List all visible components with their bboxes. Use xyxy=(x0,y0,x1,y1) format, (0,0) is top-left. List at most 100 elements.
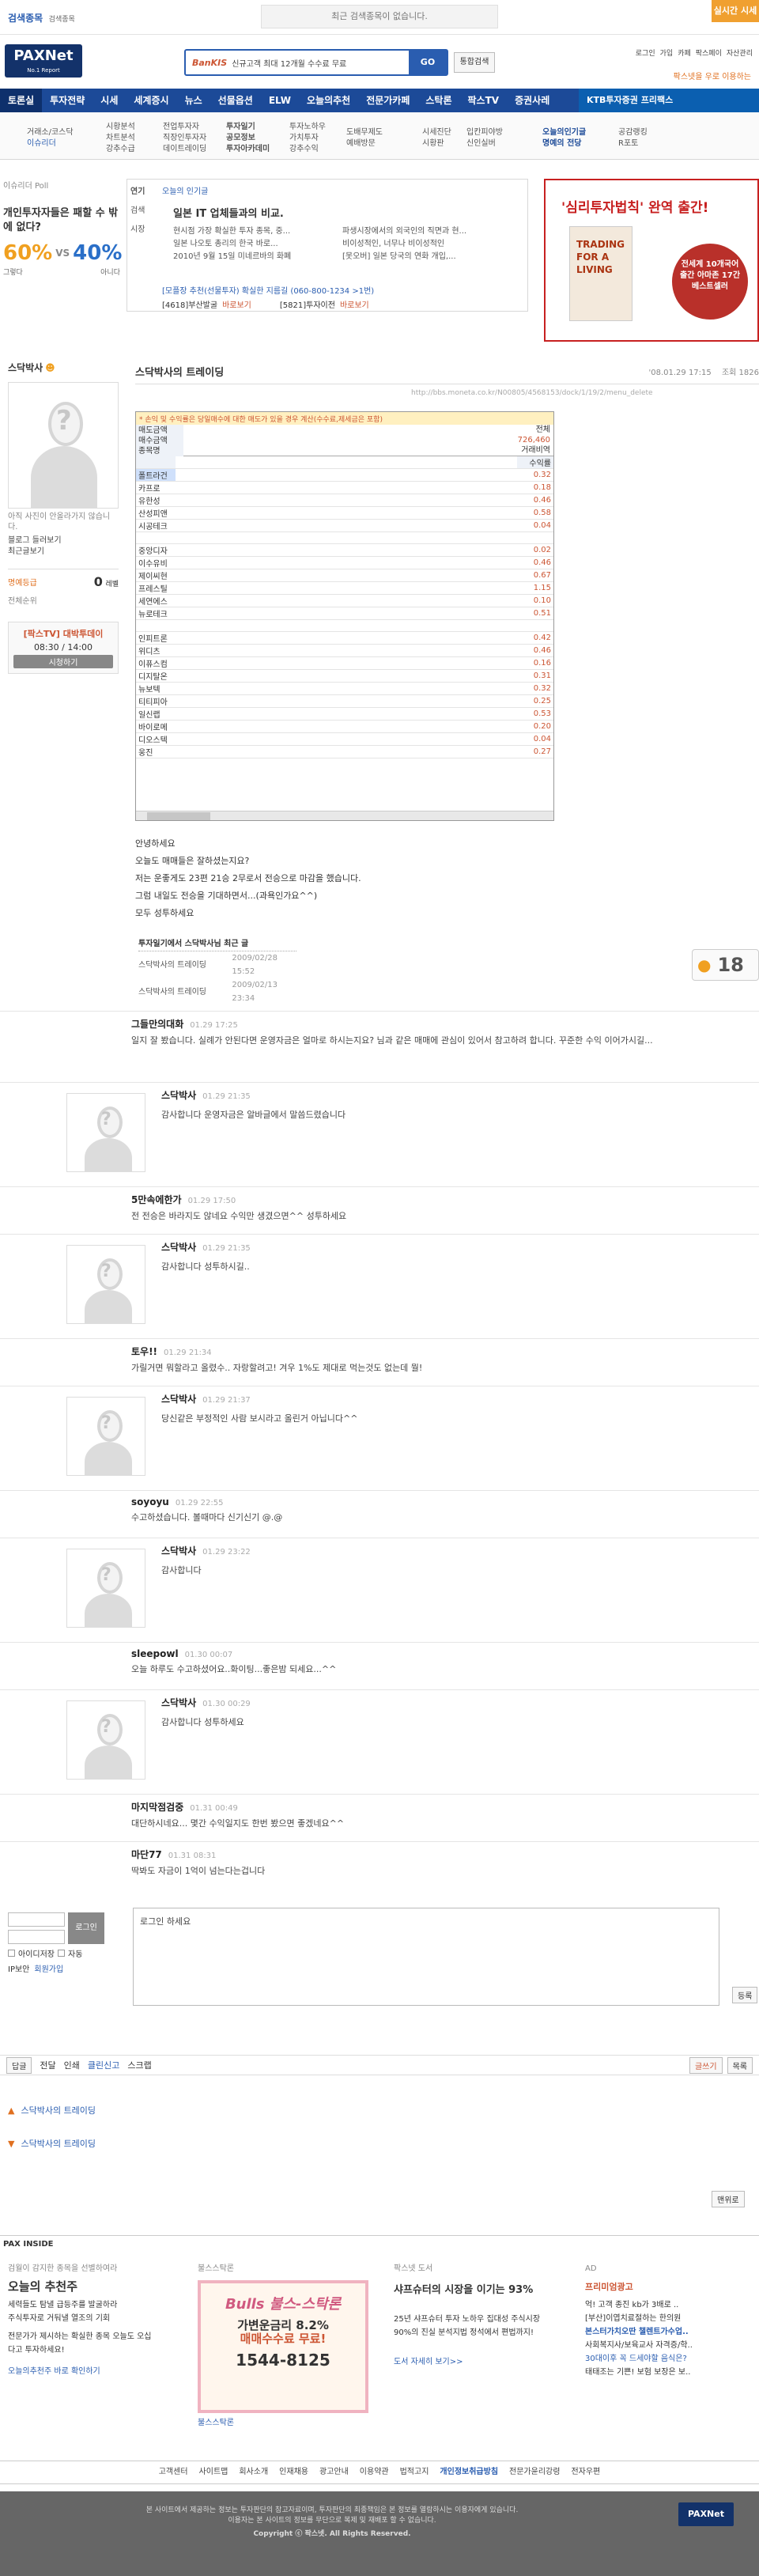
scrap-button[interactable]: 스크랩 xyxy=(127,2059,151,2071)
paxtv-widget[interactable]: [팍스TV] 대박투데이 08:30 / 14:00 시청하기 xyxy=(8,622,119,674)
reply-comment: ? 스닥박사 01.29 23:22 감사합니다 xyxy=(66,1544,746,1628)
trade-stock: 티티피아 xyxy=(136,694,176,708)
util-login[interactable]: 로그인 xyxy=(636,47,655,58)
commenter-name[interactable]: 스닥박사 xyxy=(161,1242,196,1253)
commenter-name[interactable]: 스닥박사 xyxy=(161,1090,196,1101)
commenter-name[interactable]: 마지막점검중 xyxy=(131,1802,183,1813)
util-promo: 팍스넷을 우로 이용하는 xyxy=(673,73,751,81)
author-name[interactable]: 스닥박사 xyxy=(8,361,43,374)
save-id-checkbox[interactable] xyxy=(8,1950,15,1957)
report-button[interactable]: 클린신고 xyxy=(88,2059,119,2071)
login-pw-input[interactable] xyxy=(8,1930,65,1944)
search-bar[interactable]: BanKIS 신규고객 최대 12개월 수수료 무료 GO xyxy=(184,49,448,76)
gnb-broker[interactable]: 증권사레 xyxy=(507,89,557,112)
footer-logo[interactable]: PAXNet xyxy=(678,2502,734,2526)
ticker-view-b[interactable]: 바로보기 xyxy=(340,298,369,310)
list-button[interactable]: 목록 xyxy=(727,2056,753,2074)
gnb-futures[interactable]: 선물옵션 xyxy=(210,89,261,112)
auto-login-checkbox[interactable] xyxy=(58,1950,65,1957)
trade-row: 카프로 0.18 xyxy=(136,481,553,494)
realtime-quote-button[interactable]: 실시간 시세 xyxy=(712,0,759,22)
ktb-banner[interactable]: KTB투자증권 프리팩스 xyxy=(579,89,759,112)
paxtv-watch-button[interactable]: 시청하기 xyxy=(13,655,113,668)
forward-button[interactable]: 전달 xyxy=(40,2059,55,2071)
comment-time: 01.29 21:34 xyxy=(164,1349,212,1357)
comment-textarea[interactable]: 로그인 하세요 xyxy=(133,1908,719,2006)
related-post-2[interactable]: 스닥박사의 트레이딩 xyxy=(138,985,232,999)
trade-rate: 0.42 xyxy=(517,631,553,645)
trade-row xyxy=(136,619,553,632)
gnb-recommend[interactable]: 오늘의추천 xyxy=(299,89,358,112)
search-go-button[interactable]: GO xyxy=(409,51,447,74)
commenter-name[interactable]: 스닥박사 xyxy=(161,1545,196,1557)
commenter-name[interactable]: 마단77 xyxy=(131,1849,162,1860)
popular-headline[interactable]: 일본 IT 업체들과의 비교. xyxy=(173,205,284,220)
util-cafe[interactable]: 카페 xyxy=(678,47,691,58)
popular-list-right: 파생시장에서의 외국인의 직면과 현... 비이성적인, 너무나 비이성적인 [… xyxy=(342,227,467,261)
author-blog-link[interactable]: 블로그 들러보기 xyxy=(8,535,119,547)
trade-row: 유한성 0.46 xyxy=(136,494,553,507)
gnb-paxtv[interactable]: 팍스TV xyxy=(460,89,508,112)
table-horizontal-scrollbar[interactable] xyxy=(136,811,553,820)
comment-divider xyxy=(0,1490,759,1491)
recent-label[interactable]: 검색종목 검색종목 xyxy=(8,11,75,25)
util-asset[interactable]: 자산관리 xyxy=(727,47,753,58)
subnav-col-10: 공감랭킹 R포토 xyxy=(618,127,648,148)
top-strip: 검색종목 검색종목 최근 검색종목이 없습니다. 실시간 시세 xyxy=(0,0,759,35)
commenter-name[interactable]: 5만속에한가 xyxy=(131,1194,182,1205)
paxnet-logo[interactable]: PAXNet No.1 Report xyxy=(5,44,82,78)
gnb-expert[interactable]: 전문가카페 xyxy=(358,89,417,112)
book-detail-link[interactable]: 도서 자세히 보기>> xyxy=(394,2355,568,2369)
login-id-input[interactable] xyxy=(8,1912,65,1927)
post-url[interactable]: http://bbs.moneta.co.kr/N00805/4568153/d… xyxy=(411,389,653,397)
ticker-view-a[interactable]: 바로보기 xyxy=(222,298,251,310)
comment: 마지막점검중 01.31 00:49 대단하시네요... 몇간 수익일지도 한번 봤… xyxy=(131,1800,740,1830)
gnb-quote[interactable]: 시세 xyxy=(93,89,126,112)
util-join[interactable]: 가입 xyxy=(660,47,674,58)
reply-button[interactable]: 답글 xyxy=(6,2056,32,2074)
gnb-strategy[interactable]: 투자전략 xyxy=(42,89,93,112)
related-post-1[interactable]: 스닥박사의 트레이딩 xyxy=(138,959,232,972)
stockloan-ad[interactable]: Bulls 불스-스탁론 가변운금리 8.2% 매매수수료 무료! 1544-8… xyxy=(198,2280,368,2413)
gnb-elw[interactable]: ELW xyxy=(261,89,299,112)
commenter-name[interactable]: 토우!! xyxy=(131,1346,157,1357)
trade-rate xyxy=(517,531,553,544)
commenter-name[interactable]: 스닥박사 xyxy=(161,1697,196,1708)
next-post[interactable]: ▼ 스닥박사의 트레이딩 xyxy=(8,2137,96,2150)
author-recent-link[interactable]: 최근글보기 xyxy=(8,547,119,558)
ticker-phone[interactable]: [모플장 추천(선물투자) 확실한 지름길 (060-800-1234 >1번) xyxy=(162,284,374,296)
trade-rate: 0.32 xyxy=(517,682,553,695)
ad-column: AD 프리미엄광고 억! 고객 종진 kb가 3배로 .. [부산]이엽치료절하… xyxy=(585,2264,693,2377)
commenter-name[interactable]: 그들만의대화 xyxy=(131,1019,183,1030)
gnb-world[interactable]: 세계증시 xyxy=(126,89,176,112)
commenter-name[interactable]: sleepowl xyxy=(131,1648,179,1659)
print-button[interactable]: 인쇄 xyxy=(64,2059,80,2071)
like-button[interactable]: ● 18 xyxy=(692,949,759,981)
prev-post[interactable]: ▲ 스닥박사의 트레이딩 xyxy=(8,2104,96,2116)
comment-submit-button[interactable]: 등록 xyxy=(732,1987,758,2003)
recommend-link[interactable]: 오늘의추천주 바로 확인하기 xyxy=(8,2365,182,2378)
stockloan-link[interactable]: 불스스탁론 xyxy=(198,2416,380,2430)
unified-search-button[interactable]: 통합검색 xyxy=(454,52,495,73)
comment-divider xyxy=(0,1011,759,1012)
trade-row: 티티피아 0.25 xyxy=(136,694,553,708)
comment-divider xyxy=(0,1186,759,1187)
go-top-button[interactable]: 맨위로 xyxy=(712,2191,745,2207)
issue-poll[interactable]: 이슈리더 Poll 개인투자자들은 패할 수 밖에 없다? 60% VS 40%… xyxy=(0,179,126,305)
comment-text: 당신같은 부정적인 사람 보시라고 올린거 아닙니다^^ xyxy=(161,1413,358,1424)
util-paxpay[interactable]: 팍스페이 xyxy=(696,47,722,58)
login-button[interactable]: 로그인 xyxy=(68,1912,104,1944)
join-link[interactable]: 회원가입 xyxy=(34,1962,63,1974)
commenter-name[interactable]: 스닥박사 xyxy=(161,1394,196,1405)
trade-rate xyxy=(517,619,553,632)
trade-stock: 웅진 xyxy=(136,745,176,758)
gnb-forum[interactable]: 토론실 xyxy=(0,89,43,112)
trade-rate: 0.31 xyxy=(517,669,553,683)
book-ad[interactable]: '심리투자법칙' 완역 출간! TRADING FOR A LIVING 전세계… xyxy=(544,179,759,342)
gnb-stockloan[interactable]: 스탁론 xyxy=(417,89,459,112)
write-button[interactable]: 글쓰기 xyxy=(689,2056,723,2074)
trade-stock: 프레스틸 xyxy=(136,581,176,595)
gnb-news[interactable]: 뉴스 xyxy=(177,89,210,112)
comment: 5만속에한가 01.29 17:50 전 전승은 바라지도 않네요 수익만 생겼으면… xyxy=(131,1193,740,1223)
commenter-name[interactable]: soyoyu xyxy=(131,1496,169,1507)
